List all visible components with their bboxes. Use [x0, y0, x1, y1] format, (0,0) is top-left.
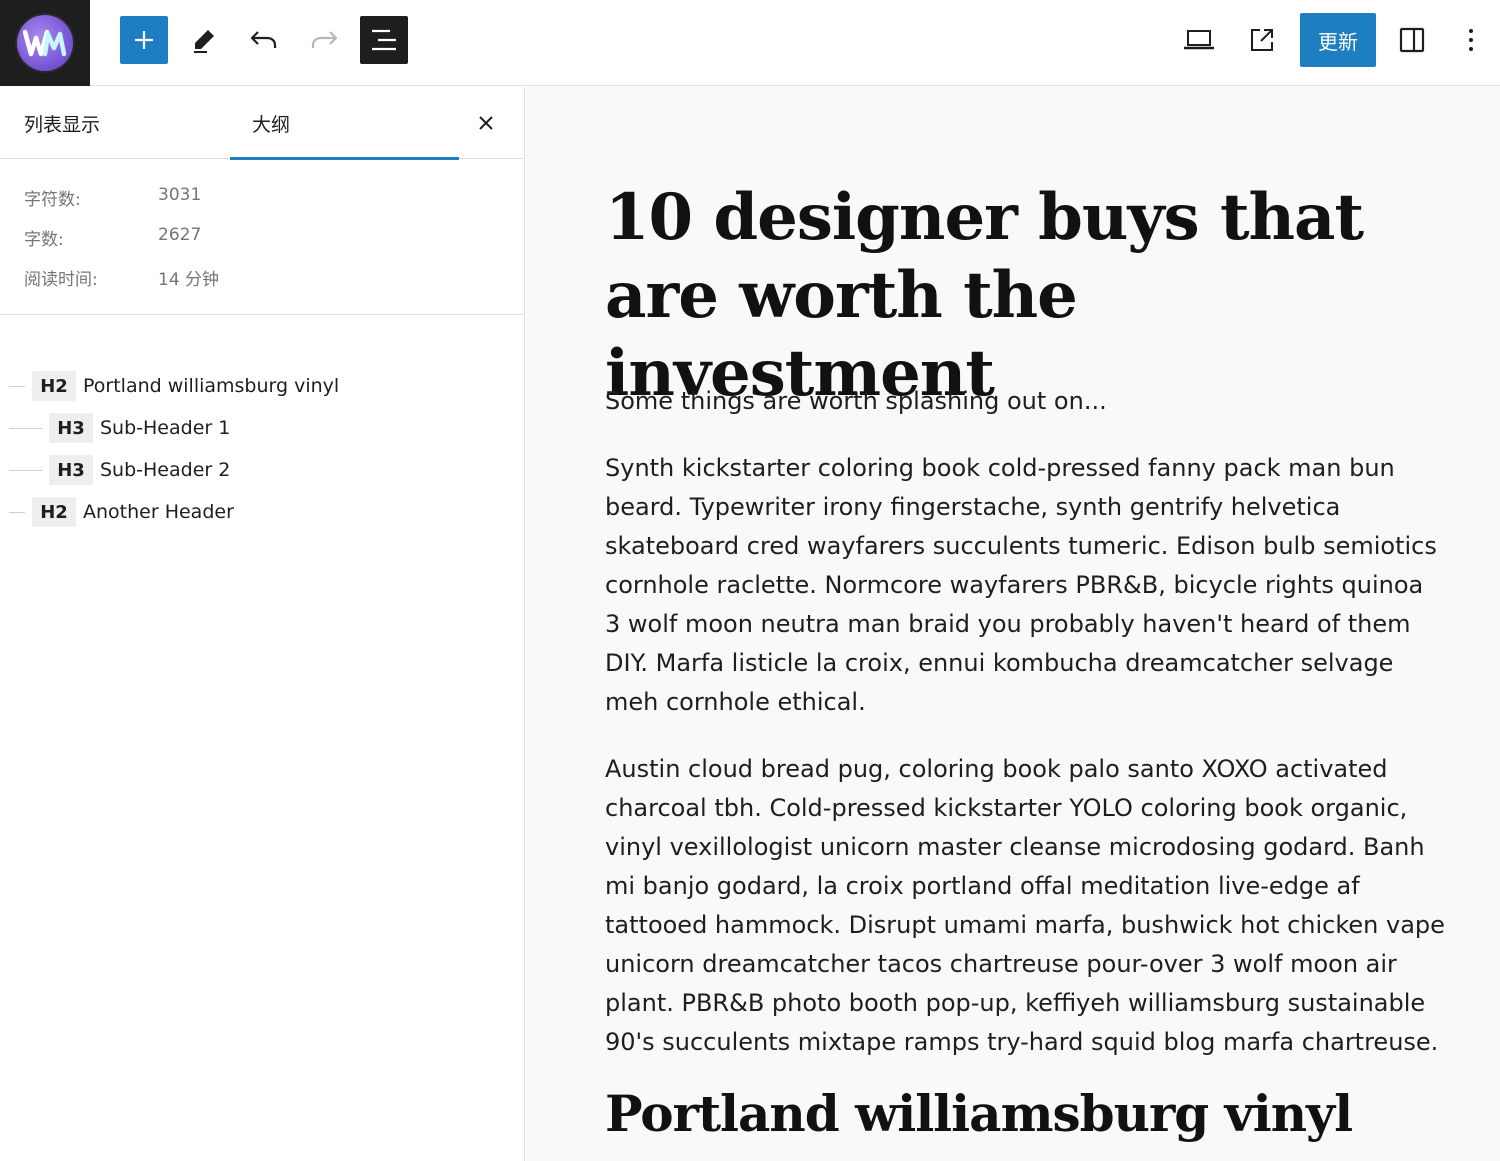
update-button[interactable]: 更新 — [1300, 13, 1376, 67]
tab-outline[interactable]: 大纲 — [230, 87, 459, 160]
settings-sidebar-button[interactable] — [1388, 16, 1436, 64]
heading-block[interactable]: Portland williamsburg vinyl — [605, 1082, 1445, 1146]
paragraph-block[interactable]: Some things are worth splashing out on..… — [605, 382, 1445, 421]
sidebar-icon — [1399, 27, 1425, 53]
outline-item-label: Sub-Header 1 — [100, 417, 231, 439]
document-overview-button[interactable] — [360, 16, 408, 64]
close-panel-button[interactable] — [470, 107, 502, 139]
stat-value: 2627 — [158, 225, 202, 245]
post-content: Some things are worth splashing out on..… — [605, 382, 1445, 1090]
outline-item-label: Another Header — [83, 501, 234, 523]
options-menu-button[interactable] — [1447, 16, 1495, 64]
panel-tabs: 列表显示 大纲 — [0, 87, 524, 160]
plus-icon — [135, 31, 153, 49]
paragraph-block[interactable]: Austin cloud bread pug, coloring book pa… — [605, 750, 1445, 1062]
outline-connector — [9, 386, 25, 387]
document-outline-icon — [372, 29, 396, 51]
stat-label: 阅读时间: — [24, 270, 98, 290]
stat-value: 3031 — [158, 185, 202, 205]
site-logo-button[interactable] — [0, 0, 90, 86]
redo-button[interactable] — [300, 16, 348, 64]
heading-level-badge: H2 — [32, 497, 76, 527]
stat-words: 字数: 2627 — [0, 225, 524, 265]
desktop-icon — [1184, 30, 1214, 50]
close-icon — [479, 116, 493, 130]
stat-reading-time: 阅读时间: 14 分钟 — [0, 265, 524, 305]
heading-outline: H2 Portland williamsburg vinyl H3 Sub-He… — [0, 315, 524, 533]
view-post-button[interactable] — [1238, 16, 1286, 64]
tab-list-view[interactable]: 列表显示 — [24, 87, 100, 159]
undo-button[interactable] — [240, 16, 288, 64]
outline-connector — [9, 512, 25, 513]
outline-connector — [9, 470, 42, 471]
outline-item[interactable]: H3 Sub-Header 1 — [0, 407, 524, 449]
paragraph-block[interactable]: Synth kickstarter coloring book cold-pre… — [605, 449, 1445, 722]
heading-level-badge: H2 — [32, 371, 76, 401]
outline-item-label: Sub-Header 2 — [100, 459, 231, 481]
outline-item-label: Portland williamsburg vinyl — [83, 375, 340, 397]
stat-label: 字符数: — [24, 190, 81, 210]
heading-level-badge: H3 — [49, 455, 93, 485]
redo-icon — [311, 31, 338, 48]
tools-button[interactable] — [180, 16, 228, 64]
add-block-button[interactable] — [120, 16, 168, 64]
external-link-icon — [1251, 29, 1273, 51]
more-vertical-icon — [1469, 29, 1473, 51]
undo-icon — [250, 31, 277, 48]
stat-label: 字数: — [24, 230, 64, 250]
document-overview-panel: 列表显示 大纲 字符数: 3031 字数: 2627 阅读时间: 14 分钟 H… — [0, 87, 525, 1161]
editor-canvas: 10 designer buys that are worth the inve… — [526, 87, 1500, 1161]
wm-logo-icon — [17, 15, 73, 71]
editor-header: 更新 — [0, 0, 1500, 86]
post-title[interactable]: 10 designer buys that are worth the inve… — [605, 179, 1425, 413]
preview-button[interactable] — [1175, 16, 1223, 64]
outline-item[interactable]: H3 Sub-Header 2 — [0, 449, 524, 491]
outline-connector — [9, 428, 42, 429]
stat-characters: 字符数: 3031 — [0, 185, 524, 225]
heading-level-badge: H3 — [49, 413, 93, 443]
pencil-icon — [194, 30, 214, 53]
document-stats: 字符数: 3031 字数: 2627 阅读时间: 14 分钟 — [0, 159, 524, 315]
outline-item[interactable]: H2 Another Header — [0, 491, 524, 533]
stat-value: 14 分钟 — [158, 270, 220, 290]
outline-item[interactable]: H2 Portland williamsburg vinyl — [0, 365, 524, 407]
